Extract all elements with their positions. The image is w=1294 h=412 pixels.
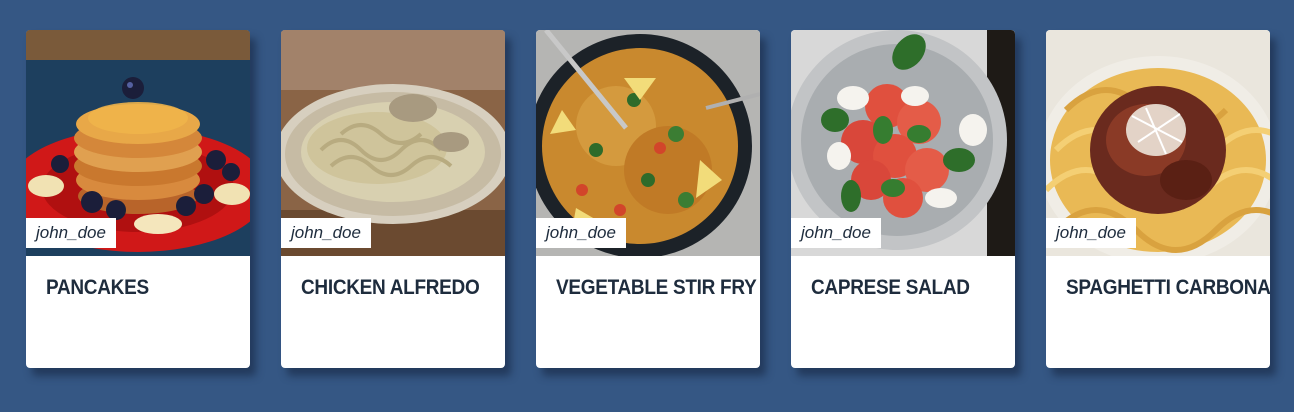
author-tag: john_doe (791, 218, 881, 248)
author-tag: john_doe (281, 218, 371, 248)
recipe-title[interactable]: CHICKEN ALFREDO (301, 276, 495, 301)
recipe-card-spaghetti-carbonara[interactable]: john_doe SPAGHETTI CARBONARA (1046, 30, 1270, 368)
recipe-card-vegetable-stir-fry[interactable]: john_doe VEGETABLE STIR FRY (536, 30, 760, 368)
author-tag: john_doe (536, 218, 626, 248)
recipe-title[interactable]: CAPRESE SALAD (811, 276, 1005, 301)
author-tag: john_doe (26, 218, 116, 248)
recipe-card-caprese-salad[interactable]: john_doe CAPRESE SALAD (791, 30, 1015, 368)
recipe-card-pancakes[interactable]: john_doe PANCAKES (26, 30, 250, 368)
recipe-title[interactable]: PANCAKES (46, 276, 240, 301)
author-tag: john_doe (1046, 218, 1136, 248)
recipe-card-grid: john_doe PANCAKES john_doe CHICKEN ALFRE… (0, 0, 1294, 412)
recipe-title[interactable]: VEGETABLE STIR FRY (556, 276, 757, 301)
recipe-card-chicken-alfredo[interactable]: john_doe CHICKEN ALFREDO (281, 30, 505, 368)
recipe-title[interactable]: SPAGHETTI CARBONARA (1066, 276, 1270, 301)
